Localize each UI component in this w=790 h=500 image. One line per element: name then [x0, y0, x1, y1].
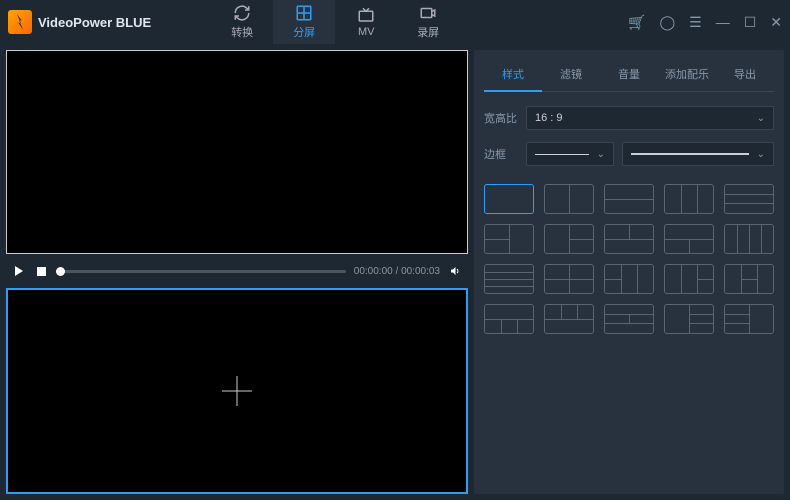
layout-18[interactable]: [604, 304, 654, 334]
line-preview: [535, 154, 589, 155]
layout-12[interactable]: [544, 264, 594, 294]
left-pane: 00:00:00 / 00:00:03: [6, 50, 468, 494]
tv-icon: [357, 6, 375, 24]
layout-grid: [484, 184, 774, 334]
content: 00:00:00 / 00:00:03 样式 滤镜 音量 添加配乐 导出 宽高比…: [0, 44, 790, 500]
border-width-select[interactable]: ⌄: [526, 142, 614, 166]
logo-icon: [8, 10, 32, 34]
time-display: 00:00:00 / 00:00:03: [354, 266, 440, 277]
cart-icon[interactable]: 🛒: [628, 14, 645, 31]
record-icon: [419, 4, 437, 22]
layout-5[interactable]: [724, 184, 774, 214]
layout-4[interactable]: [664, 184, 714, 214]
border-row: 边框 ⌄ ⌄: [484, 142, 774, 166]
tab-record[interactable]: 录屏: [397, 0, 459, 44]
tab-mv[interactable]: MV: [335, 0, 397, 44]
layout-9[interactable]: [664, 224, 714, 254]
app-name: VideoPower BLUE: [38, 15, 151, 30]
grid-icon: [295, 4, 313, 22]
layout-16[interactable]: [484, 304, 534, 334]
layout-14[interactable]: [664, 264, 714, 294]
chevron-down-icon: ⌄: [757, 149, 765, 160]
layout-13[interactable]: [604, 264, 654, 294]
panel-tab-style[interactable]: 样式: [484, 58, 542, 92]
maximize-button[interactable]: ☐: [744, 14, 757, 31]
layout-19[interactable]: [664, 304, 714, 334]
video-preview[interactable]: [6, 50, 468, 254]
chevron-down-icon: ⌄: [597, 149, 605, 160]
layout-6[interactable]: [484, 224, 534, 254]
layout-15[interactable]: [724, 264, 774, 294]
add-video-slot[interactable]: [6, 288, 468, 494]
panel-tabs: 样式 滤镜 音量 添加配乐 导出: [484, 58, 774, 92]
volume-icon: [449, 265, 461, 277]
menu-icon[interactable]: ☰: [689, 14, 702, 31]
layout-8[interactable]: [604, 224, 654, 254]
refresh-icon: [233, 4, 251, 22]
aspect-row: 宽高比 16 : 9 ⌄: [484, 106, 774, 130]
tab-split[interactable]: 分屏: [273, 0, 335, 44]
player-bar: 00:00:00 / 00:00:03: [6, 260, 468, 282]
user-icon[interactable]: ◯: [659, 14, 675, 31]
aspect-select[interactable]: 16 : 9 ⌄: [526, 106, 774, 130]
stop-button[interactable]: [34, 264, 48, 278]
volume-button[interactable]: [448, 264, 462, 278]
main-tabs: 转换 分屏 MV 录屏: [211, 0, 459, 44]
border-label: 边框: [484, 146, 518, 162]
layout-17[interactable]: [544, 304, 594, 334]
minimize-button[interactable]: —: [716, 14, 730, 30]
chevron-down-icon: ⌄: [757, 113, 765, 124]
panel-tab-music[interactable]: 添加配乐: [658, 58, 716, 91]
layout-10[interactable]: [724, 224, 774, 254]
layout-20[interactable]: [724, 304, 774, 334]
app-logo: VideoPower BLUE: [8, 10, 151, 34]
progress-slider[interactable]: [56, 270, 346, 273]
layout-11[interactable]: [484, 264, 534, 294]
panel-tab-export[interactable]: 导出: [716, 58, 774, 91]
close-button[interactable]: ✕: [770, 14, 782, 31]
right-panel: 样式 滤镜 音量 添加配乐 导出 宽高比 16 : 9 ⌄ 边框 ⌄ ⌄: [474, 50, 784, 494]
play-button[interactable]: [12, 264, 26, 278]
window-controls: 🛒 ◯ ☰ — ☐ ✕: [628, 14, 782, 31]
layout-2[interactable]: [544, 184, 594, 214]
play-icon: [14, 266, 24, 276]
panel-tab-filter[interactable]: 滤镜: [542, 58, 600, 91]
layout-3[interactable]: [604, 184, 654, 214]
panel-tab-volume[interactable]: 音量: [600, 58, 658, 91]
border-color-select[interactable]: ⌄: [622, 142, 774, 166]
stop-icon: [37, 267, 46, 276]
line-preview: [631, 153, 749, 155]
titlebar: VideoPower BLUE 转换 分屏 MV 录屏 🛒 ◯ ☰ — ☐ ✕: [0, 0, 790, 44]
plus-icon: [222, 376, 252, 406]
tab-convert[interactable]: 转换: [211, 0, 273, 44]
layout-7[interactable]: [544, 224, 594, 254]
layout-1[interactable]: [484, 184, 534, 214]
aspect-label: 宽高比: [484, 110, 518, 126]
